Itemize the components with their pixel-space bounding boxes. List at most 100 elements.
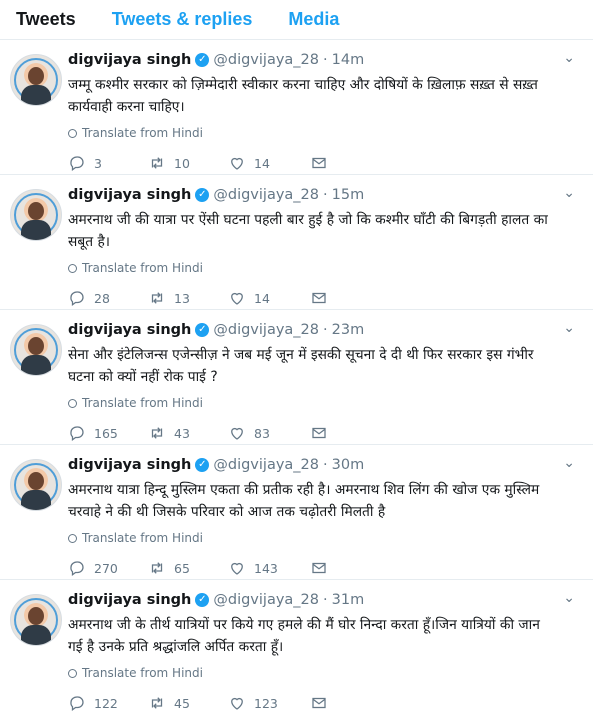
retweet-button[interactable]: 45: [148, 694, 228, 712]
envelope-icon: [310, 154, 328, 172]
reply-icon: [68, 424, 86, 442]
like-button[interactable]: 143: [228, 559, 308, 577]
author-name[interactable]: digvijaya singh: [68, 50, 191, 70]
avatar[interactable]: [10, 189, 62, 241]
separator-dot: ·: [323, 187, 328, 203]
tweet-timestamp[interactable]: 30m: [332, 455, 365, 475]
tweet-timestamp[interactable]: 14m: [332, 50, 365, 70]
author-name[interactable]: digvijaya singh: [68, 185, 191, 205]
verified-badge-icon: ✓: [195, 593, 210, 607]
translate-label: Translate from Hindi: [82, 666, 203, 680]
verified-badge-icon: ✓: [195, 53, 210, 67]
direct-message-button[interactable]: [310, 559, 336, 577]
translate-link[interactable]: Translate from Hindi: [68, 531, 577, 545]
heart-icon: [228, 424, 246, 442]
tweet-header: digvijaya singh ✓ @digvijaya_28 · 23m: [68, 320, 577, 340]
avatar[interactable]: [10, 594, 62, 646]
like-button[interactable]: 123: [228, 694, 308, 712]
like-button[interactable]: 14: [228, 154, 308, 172]
tab-tweets[interactable]: Tweets: [16, 9, 76, 30]
author-handle[interactable]: @digvijaya_28: [213, 455, 319, 475]
tweet[interactable]: ⌄ digvijaya singh ✓ @digvijaya_28 · 23m …: [0, 310, 593, 445]
reply-button[interactable]: 122: [68, 694, 148, 712]
like-button[interactable]: 14: [228, 289, 308, 307]
retweet-icon: [148, 559, 166, 577]
direct-message-button[interactable]: [310, 154, 336, 172]
author-handle[interactable]: @digvijaya_28: [213, 320, 319, 340]
reply-count: 28: [94, 290, 110, 306]
retweet-count: 13: [174, 290, 190, 306]
tweet-text: अमरनाथ जी की यात्रा पर ऐंसी घटना पहली बा…: [68, 212, 548, 250]
like-count: 14: [254, 155, 270, 171]
chevron-down-icon[interactable]: ⌄: [563, 50, 575, 66]
reply-button[interactable]: 165: [68, 424, 148, 442]
separator-dot: ·: [323, 592, 328, 608]
retweet-count: 45: [174, 695, 190, 711]
envelope-icon: [310, 694, 328, 712]
heart-icon: [228, 559, 246, 577]
direct-message-button[interactable]: [310, 424, 336, 442]
translate-link[interactable]: Translate from Hindi: [68, 666, 577, 680]
tweet-text: सेना और इंटेलिजन्स एजेन्सीज़ ने जब मई जू…: [68, 347, 534, 385]
tweet-timestamp[interactable]: 31m: [332, 590, 365, 610]
profile-tabs: Tweets Tweets & replies Media: [0, 0, 593, 40]
author-name[interactable]: digvijaya singh: [68, 590, 191, 610]
like-count: 123: [254, 695, 278, 711]
tab-tweets-and-replies[interactable]: Tweets & replies: [112, 9, 253, 30]
retweet-count: 10: [174, 155, 190, 171]
tweet-timestamp[interactable]: 23m: [332, 320, 365, 340]
tweet-header: digvijaya singh ✓ @digvijaya_28 · 14m: [68, 50, 577, 70]
tweet-timestamp[interactable]: 15m: [332, 185, 365, 205]
reply-icon: [68, 154, 86, 172]
like-button[interactable]: 83: [228, 424, 308, 442]
avatar[interactable]: [10, 54, 62, 106]
tweet[interactable]: ⌄ digvijaya singh ✓ @digvijaya_28 · 14m …: [0, 40, 593, 175]
chevron-down-icon[interactable]: ⌄: [563, 455, 575, 471]
chevron-down-icon[interactable]: ⌄: [563, 320, 575, 336]
retweet-button[interactable]: 13: [148, 289, 228, 307]
avatar[interactable]: [10, 324, 62, 376]
tweet[interactable]: ⌄ digvijaya singh ✓ @digvijaya_28 · 31m …: [0, 580, 593, 715]
chevron-down-icon[interactable]: ⌄: [563, 590, 575, 606]
globe-icon: [68, 668, 77, 678]
reply-icon: [68, 289, 86, 307]
reply-count: 122: [94, 695, 118, 711]
retweet-icon: [148, 289, 166, 307]
translate-link[interactable]: Translate from Hindi: [68, 126, 577, 140]
reply-button[interactable]: 270: [68, 559, 148, 577]
envelope-icon: [310, 559, 328, 577]
chevron-down-icon[interactable]: ⌄: [563, 185, 575, 201]
like-count: 14: [254, 290, 270, 306]
retweet-button[interactable]: 65: [148, 559, 228, 577]
tweet-text: जम्मू कश्मीर सरकार को ज़िम्मेदारी स्वीका…: [68, 77, 538, 115]
direct-message-button[interactable]: [310, 289, 336, 307]
tweet-text: अमरनाथ यात्रा हिन्दू मुस्लिम एकता की प्र…: [68, 482, 540, 520]
translate-label: Translate from Hindi: [82, 261, 203, 275]
avatar[interactable]: [10, 459, 62, 511]
heart-icon: [228, 289, 246, 307]
retweet-button[interactable]: 43: [148, 424, 228, 442]
author-name[interactable]: digvijaya singh: [68, 455, 191, 475]
reply-icon: [68, 694, 86, 712]
translate-link[interactable]: Translate from Hindi: [68, 396, 577, 410]
author-name[interactable]: digvijaya singh: [68, 320, 191, 340]
globe-icon: [68, 398, 77, 408]
translate-link[interactable]: Translate from Hindi: [68, 261, 577, 275]
author-handle[interactable]: @digvijaya_28: [213, 185, 319, 205]
translate-label: Translate from Hindi: [82, 396, 203, 410]
tweet[interactable]: ⌄ digvijaya singh ✓ @digvijaya_28 · 30m …: [0, 445, 593, 580]
verified-badge-icon: ✓: [195, 188, 210, 202]
author-handle[interactable]: @digvijaya_28: [213, 50, 319, 70]
direct-message-button[interactable]: [310, 694, 336, 712]
tweet-header: digvijaya singh ✓ @digvijaya_28 · 15m: [68, 185, 577, 205]
reply-button[interactable]: 28: [68, 289, 148, 307]
reply-button[interactable]: 3: [68, 154, 148, 172]
verified-badge-icon: ✓: [195, 323, 210, 337]
tweet-actions: 165 43 83: [68, 424, 577, 442]
tweet[interactable]: ⌄ digvijaya singh ✓ @digvijaya_28 · 15m …: [0, 175, 593, 310]
separator-dot: ·: [323, 457, 328, 473]
like-count: 83: [254, 425, 270, 441]
author-handle[interactable]: @digvijaya_28: [213, 590, 319, 610]
tab-media[interactable]: Media: [288, 9, 339, 30]
retweet-button[interactable]: 10: [148, 154, 228, 172]
